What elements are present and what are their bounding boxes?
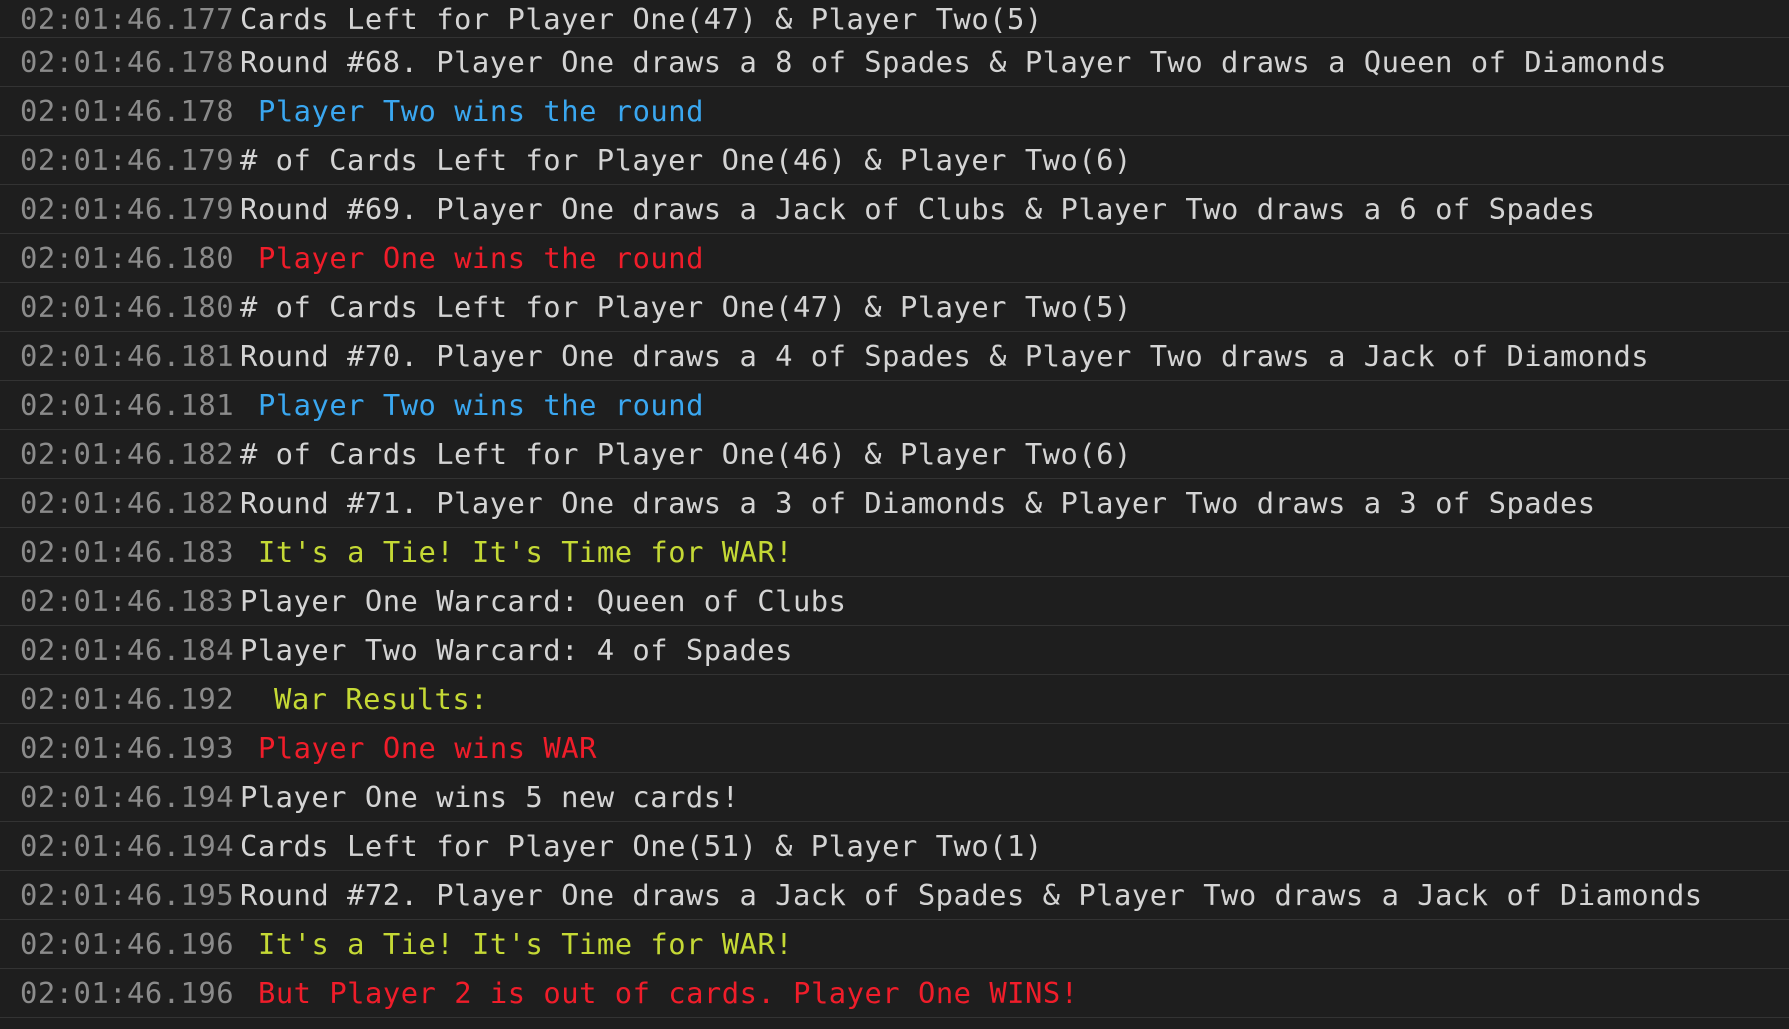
log-timestamp: 02:01:46.179 — [20, 143, 235, 177]
log-message: # of Cards Left for Player One(47) & Pla… — [240, 290, 1132, 324]
log-timestamp: 02:01:46.183 — [20, 584, 235, 618]
log-message: Player Two wins the round — [258, 388, 704, 422]
log-row: 02:01:46.183 It's a Tie! It's Time for WA… — [0, 528, 1789, 577]
log-timestamp: 02:01:46.196 — [20, 927, 235, 961]
log-timestamp: 02:01:46.181 — [20, 388, 235, 422]
log-timestamp: 02:01:46.194 — [20, 829, 235, 863]
log-row: 02:01:46.178 Round #68. Player One draws … — [0, 38, 1789, 87]
log-timestamp: 02:01:46.194 — [20, 780, 235, 814]
log-timestamp: 02:01:46.184 — [20, 633, 235, 667]
log-message: Round #72. Player One draws a Jack of Sp… — [240, 878, 1703, 912]
log-message: Player One Warcard: Queen of Clubs — [240, 584, 847, 618]
log-row: 02:01:46.182 Round #71. Player One draws … — [0, 479, 1789, 528]
log-message: Cards Left for Player One(47) & Player T… — [240, 1, 1043, 36]
log-timestamp: 02:01:46.196 — [20, 976, 235, 1010]
log-row: 02:01:46.180 Player One wins the round — [0, 234, 1789, 283]
log-timestamp: 02:01:46.182 — [20, 437, 235, 471]
log-row: 02:01:46.194 Player One wins 5 new cards! — [0, 773, 1789, 822]
log-timestamp: 02:01:46.182 — [20, 486, 235, 520]
log-row: 02:01:46.195 Round #72. Player One draws … — [0, 871, 1789, 920]
log-timestamp: 02:01:46.180 — [20, 290, 235, 324]
log-timestamp: 02:01:46.195 — [20, 878, 235, 912]
log-message: Round #68. Player One draws a 8 of Spade… — [240, 45, 1667, 79]
log-row: 02:01:46.184 Player Two Warcard: 4 of Spa… — [0, 626, 1789, 675]
log-timestamp: 02:01:46.181 — [20, 339, 235, 373]
log-timestamp: 02:01:46.177 — [20, 1, 235, 36]
log-row: 02:01:46.181 Player Two wins the round — [0, 381, 1789, 430]
log-message: Round #69. Player One draws a Jack of Cl… — [240, 192, 1596, 226]
log-message: War Results: — [274, 682, 489, 716]
log-message: Player Two Warcard: 4 of Spades — [240, 633, 793, 667]
log-row: 02:01:46.182 # of Cards Left for Player O… — [0, 430, 1789, 479]
log-row: 02:01:46.179 Round #69. Player One draws … — [0, 185, 1789, 234]
log-row: 02:01:46.192 War Results: — [0, 675, 1789, 724]
log-message: Cards Left for Player One(51) & Player T… — [240, 829, 1043, 863]
log-message: But Player 2 is out of cards. Player One… — [258, 976, 1079, 1010]
log-row: 02:01:46.193 Player One wins WAR — [0, 724, 1789, 773]
log-message: # of Cards Left for Player One(46) & Pla… — [240, 437, 1132, 471]
log-message: Player One wins WAR — [258, 731, 597, 765]
log-row: 02:01:46.178 Player Two wins the round — [0, 87, 1789, 136]
log-timestamp: 02:01:46.179 — [20, 192, 235, 226]
log-message: Player Two wins the round — [258, 94, 704, 128]
log-timestamp: 02:01:46.183 — [20, 535, 235, 569]
log-timestamp: 02:01:46.178 — [20, 45, 235, 79]
log-message: Round #71. Player One draws a 3 of Diamo… — [240, 486, 1596, 520]
log-row: 02:01:46.181 Round #70. Player One draws … — [0, 332, 1789, 381]
log-row: 02:01:46.194 Cards Left for Player One(51… — [0, 822, 1789, 871]
log-timestamp: 02:01:46.192 — [20, 682, 235, 716]
log-message: It's a Tie! It's Time for WAR! — [258, 927, 794, 961]
log-message: It's a Tie! It's Time for WAR! — [258, 535, 794, 569]
log-timestamp: 02:01:46.193 — [20, 731, 235, 765]
log-timestamp: 02:01:46.180 — [20, 241, 235, 275]
console-log: 02:01:46.177 Cards Left for Player One(47… — [0, 0, 1789, 1029]
log-timestamp: 02:01:46.178 — [20, 94, 235, 128]
log-row: 02:01:46.183 Player One Warcard: Queen of… — [0, 577, 1789, 626]
log-row: 02:01:46.180 # of Cards Left for Player O… — [0, 283, 1789, 332]
log-row: 02:01:46.196 But Player 2 is out of cards… — [0, 969, 1789, 1018]
log-message: Player One wins the round — [258, 241, 704, 275]
log-row: 02:01:46.196 It's a Tie! It's Time for WA… — [0, 920, 1789, 969]
log-message: Player One wins 5 new cards! — [240, 780, 740, 814]
log-message: Round #70. Player One draws a 4 of Spade… — [240, 339, 1650, 373]
log-row: 02:01:46.177 Cards Left for Player One(47… — [0, 0, 1789, 38]
log-row: 02:01:46.179 # of Cards Left for Player O… — [0, 136, 1789, 185]
log-message: # of Cards Left for Player One(46) & Pla… — [240, 143, 1132, 177]
